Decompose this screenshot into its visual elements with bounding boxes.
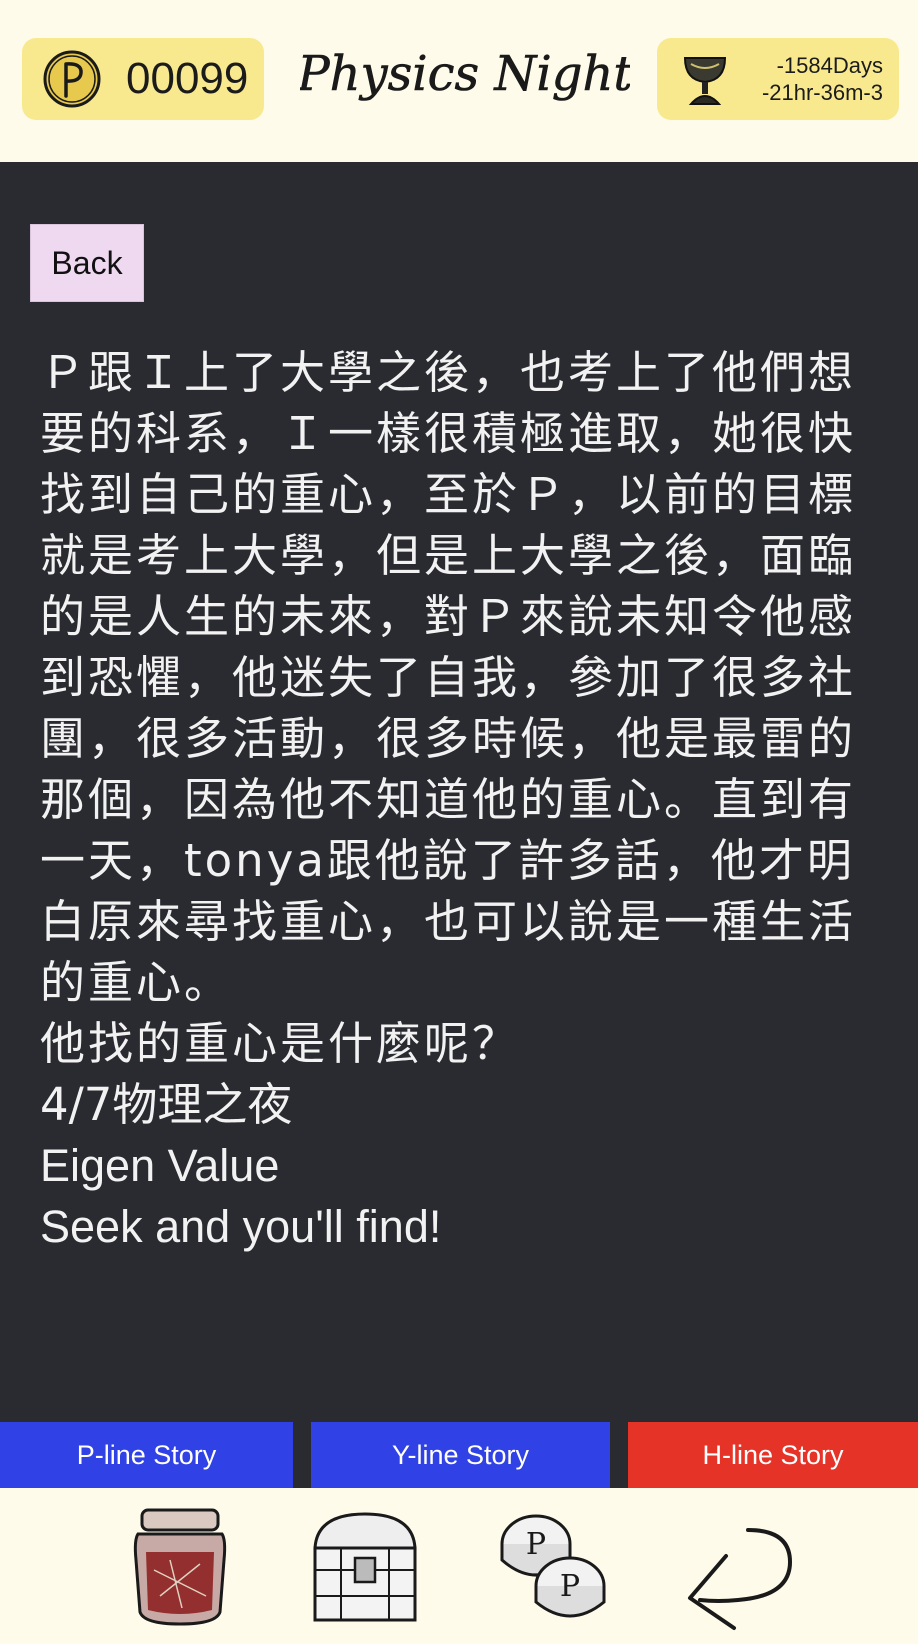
story-paragraph: Ｐ跟Ｉ上了大學之後，也考上了他們想要的科系，Ｉ一樣很積極進取，她很快找到自己的重… [40, 346, 857, 1009]
app-title-text: Physics Night [300, 46, 630, 102]
story-question: 他找的重心是什麼呢？ [40, 1017, 521, 1070]
coin-count: 00099 [126, 54, 249, 103]
coin-p-icon [43, 50, 101, 108]
tab-y-line-story[interactable]: Y-line Story [311, 1422, 610, 1488]
coins-icon[interactable]: P P [492, 1500, 612, 1632]
timer-text: -1584Days -21hr-36m-3 [762, 52, 883, 106]
story-slogan: Seek and you'll find! [40, 1201, 442, 1252]
story-text: Ｐ跟Ｉ上了大學之後，也考上了他們想要的科系，Ｉ一樣很積極進取，她很快找到自己的重… [40, 342, 892, 1257]
jar-icon[interactable] [120, 1500, 240, 1632]
treasure-chest-icon[interactable] [305, 1500, 425, 1632]
app-title: Physics Night [300, 46, 630, 103]
tab-h-line-story[interactable]: H-line Story [628, 1422, 918, 1488]
story-event: 4/7物理之夜 [40, 1078, 293, 1131]
svg-text:P: P [560, 1569, 580, 1604]
return-arrow-icon[interactable] [678, 1500, 798, 1632]
timer-time: -21hr-36m-3 [761, 80, 883, 105]
trophy-icon [683, 57, 727, 105]
svg-text:P: P [526, 1527, 546, 1562]
story-eigen: Eigen Value [40, 1140, 280, 1191]
back-button[interactable]: Back [30, 224, 144, 302]
timer-days: -1584Days [776, 53, 883, 78]
countdown-timer: -1584Days -21hr-36m-3 [657, 38, 899, 120]
bottom-nav: P P [0, 1488, 918, 1644]
coin-counter: 00099 [22, 38, 264, 120]
tab-p-line-story[interactable]: P-line Story [0, 1422, 293, 1488]
header: 00099 Physics Night -1584Days -21hr-36m-… [0, 0, 918, 162]
